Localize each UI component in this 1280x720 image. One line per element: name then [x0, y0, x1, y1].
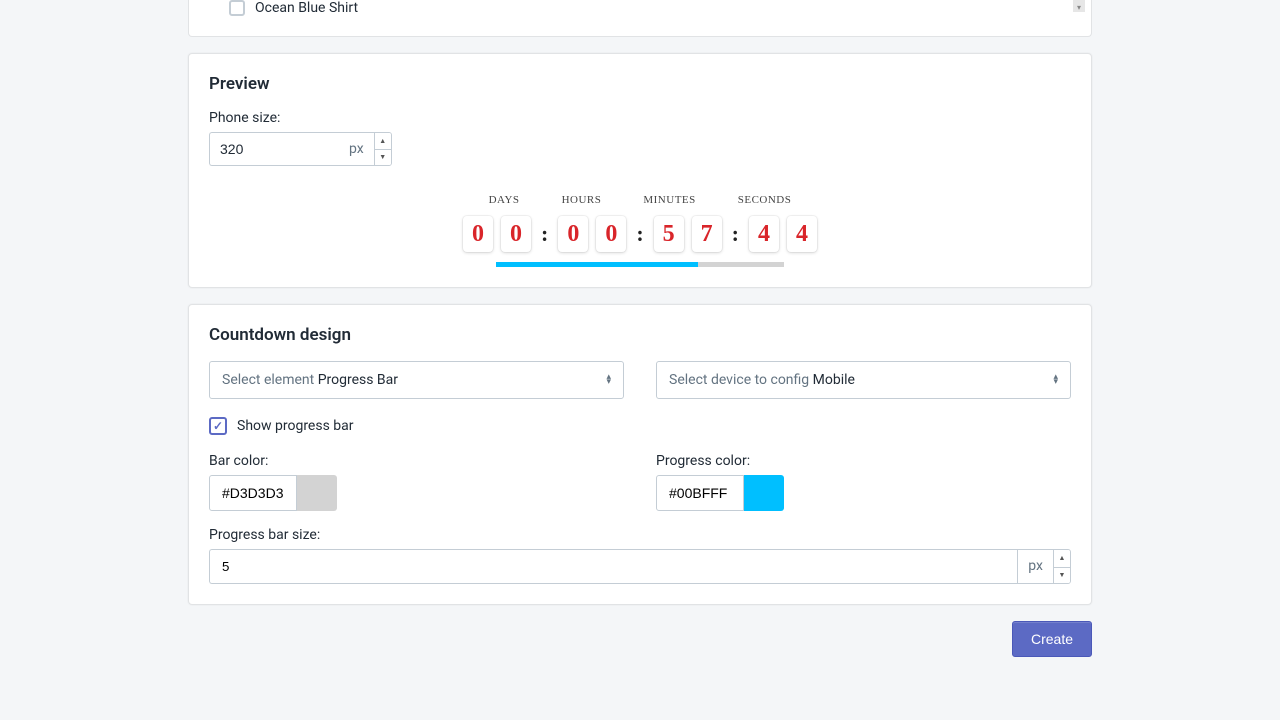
scrollbar[interactable]: ▾: [1073, 0, 1085, 12]
phone-size-input[interactable]: [209, 132, 339, 166]
preview-card: Preview Phone size: px ▲ ▼ DAYS HOURS MI…: [188, 53, 1092, 288]
digit-days-2: 0: [501, 216, 531, 252]
label-hours: HOURS: [562, 194, 602, 206]
digit-hours-1: 0: [558, 216, 588, 252]
design-card: Countdown design Select element Progress…: [188, 304, 1092, 605]
progress-color-label: Progress color:: [656, 453, 1071, 469]
progress-bar-fill: [496, 262, 698, 267]
colon-icon: :: [634, 221, 645, 247]
digit-seconds-1: 4: [749, 216, 779, 252]
colon-icon: :: [730, 221, 741, 247]
phone-size-input-group: px ▲ ▼: [209, 132, 1071, 166]
phone-size-step-down[interactable]: ▼: [375, 149, 391, 165]
phone-size-step-up[interactable]: ▲: [375, 133, 391, 149]
select-element[interactable]: Select element Progress Bar ▴▾: [209, 361, 624, 399]
progress-size-input[interactable]: [209, 549, 1017, 584]
products-card-fragment: Ocean Blue Shirt ▾: [188, 0, 1092, 37]
bar-color-label: Bar color:: [209, 453, 624, 469]
checkbox-checked-icon: ✓: [209, 417, 227, 435]
progress-size-step-down[interactable]: ▼: [1054, 567, 1070, 584]
actions-row: Create: [188, 621, 1092, 657]
select-element-prefix: Select element: [222, 372, 318, 388]
label-days: DAYS: [489, 194, 520, 206]
select-arrows-icon: ▴▾: [606, 375, 611, 385]
label-seconds: SECONDS: [738, 194, 792, 206]
product-row[interactable]: Ocean Blue Shirt: [229, 0, 1071, 16]
progress-color-input[interactable]: [656, 475, 744, 511]
select-device-prefix: Select device to config: [669, 372, 813, 388]
progress-color-swatch[interactable]: [744, 475, 784, 511]
select-device[interactable]: Select device to config Mobile ▴▾: [656, 361, 1071, 399]
product-label: Ocean Blue Shirt: [255, 0, 358, 16]
progress-size-label: Progress bar size:: [209, 527, 1071, 543]
select-device-value: Mobile: [813, 372, 855, 388]
digit-seconds-2: 4: [787, 216, 817, 252]
digit-days-1: 0: [463, 216, 493, 252]
colon-icon: :: [539, 221, 550, 247]
digit-minutes-2: 7: [692, 216, 722, 252]
select-element-value: Progress Bar: [318, 372, 398, 388]
bar-color-swatch[interactable]: [297, 475, 337, 511]
show-progress-checkbox[interactable]: ✓ Show progress bar: [209, 417, 1071, 435]
preview-title: Preview: [209, 74, 1071, 94]
bar-color-input[interactable]: [209, 475, 297, 511]
progress-bar-track: [496, 262, 784, 267]
phone-size-label: Phone size:: [209, 110, 1071, 126]
progress-size-unit: px: [1017, 549, 1053, 584]
scrollbar-down-icon[interactable]: ▾: [1073, 2, 1085, 12]
digit-hours-2: 0: [596, 216, 626, 252]
select-arrows-icon: ▴▾: [1053, 375, 1058, 385]
label-minutes: MINUTES: [643, 194, 695, 206]
digit-minutes-1: 5: [654, 216, 684, 252]
checkbox-unchecked[interactable]: [229, 0, 245, 16]
progress-size-step-up[interactable]: ▲: [1054, 550, 1070, 567]
phone-size-unit: px: [339, 132, 374, 166]
countdown-preview: DAYS HOURS MINUTES SECONDS 0 0 : 0 0 : 5…: [209, 194, 1071, 267]
create-button[interactable]: Create: [1012, 621, 1092, 657]
show-progress-label: Show progress bar: [237, 418, 354, 434]
design-title: Countdown design: [209, 325, 1071, 345]
